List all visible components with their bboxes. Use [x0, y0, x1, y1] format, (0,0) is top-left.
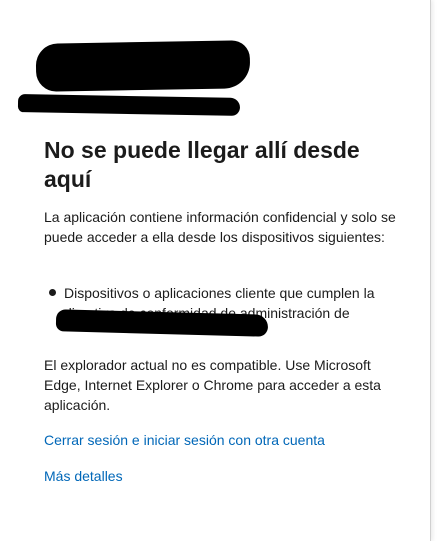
browser-unsupported-message: El explorador actual no es compatible. U…	[44, 357, 381, 413]
page-title: No se puede llegar allí desde aquí	[44, 137, 360, 192]
error-panel: No se puede llegar allí desde aquí La ap…	[0, 0, 431, 541]
more-details-link[interactable]: Más detalles	[44, 466, 123, 486]
redacted-organization-name	[55, 309, 269, 337]
bullet-icon	[49, 289, 56, 296]
redacted-account-name	[17, 94, 241, 116]
sign-out-link[interactable]: Cerrar sesión e iniciar sesión con otra …	[44, 430, 325, 450]
redacted-logo	[35, 40, 251, 92]
description-text: La aplicación contiene información confi…	[44, 209, 396, 245]
